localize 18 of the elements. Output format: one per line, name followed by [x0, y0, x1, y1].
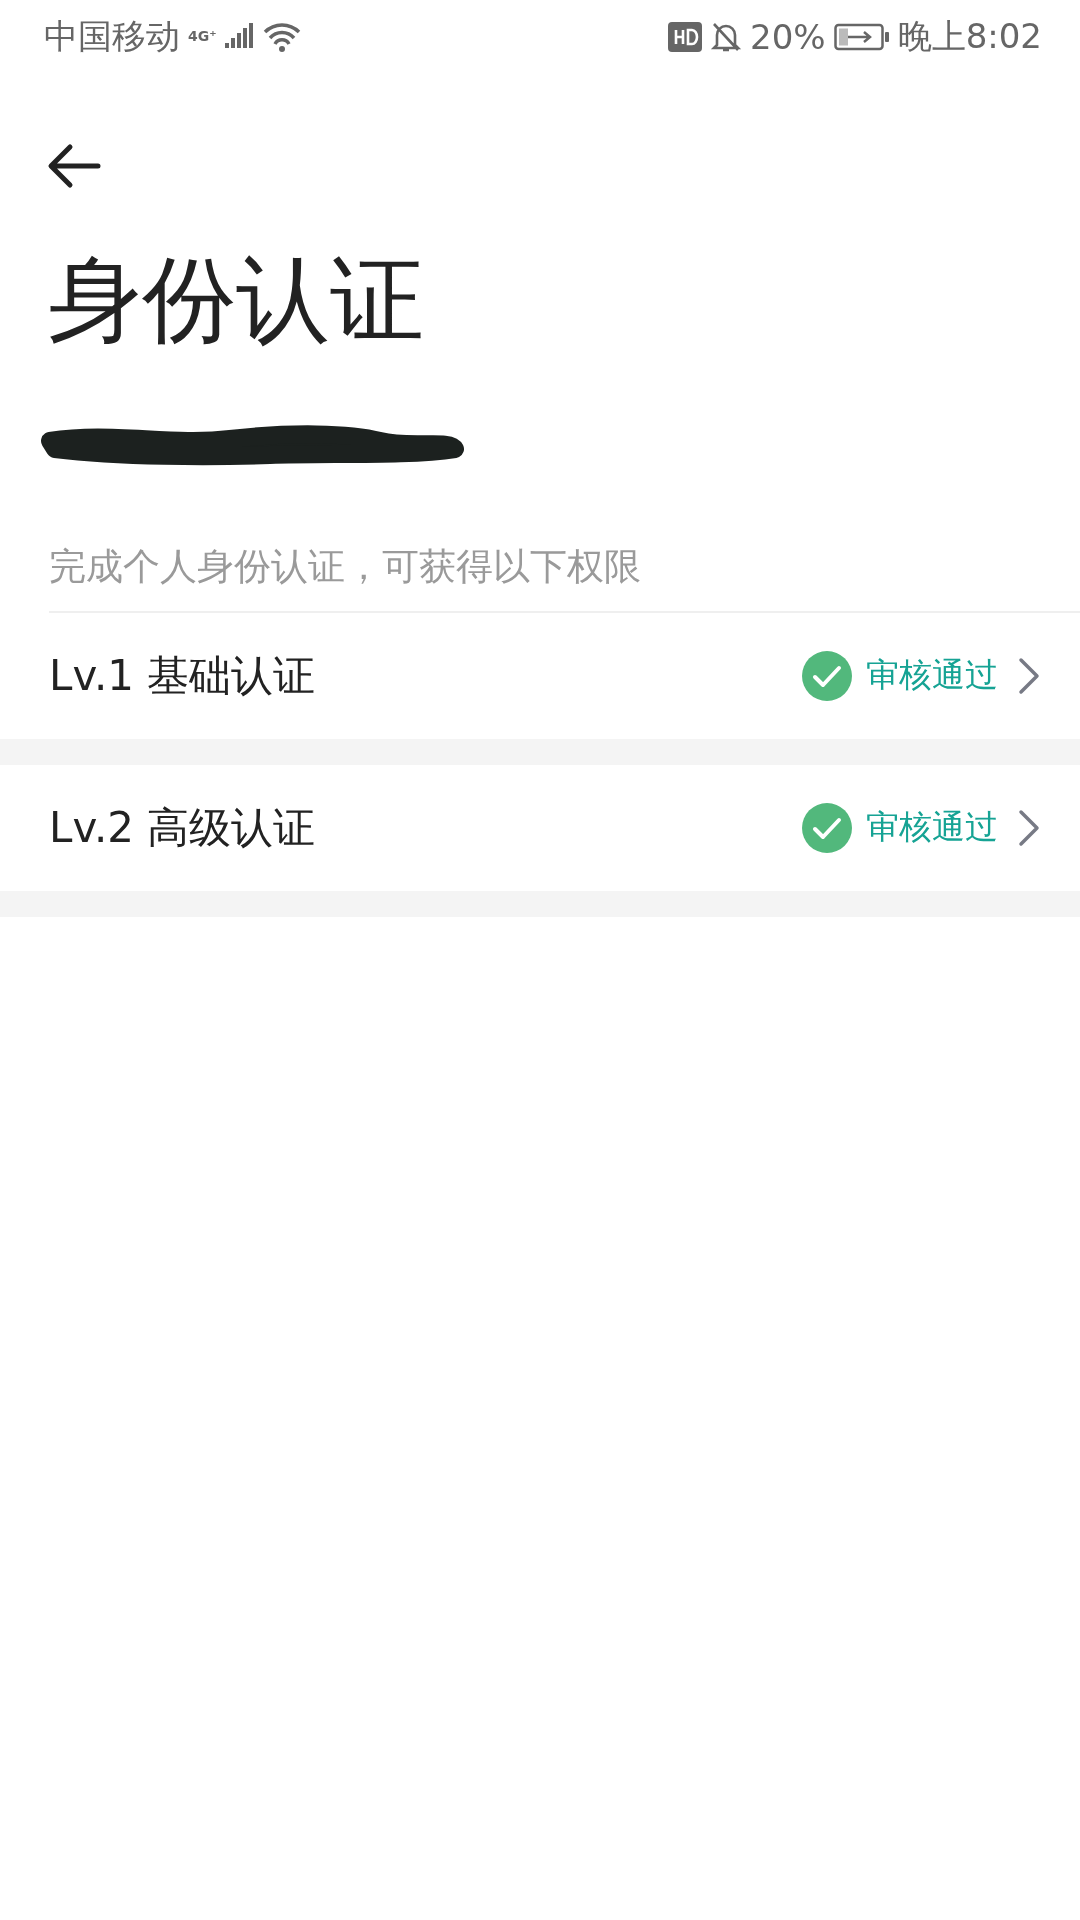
page-title: 身份认证 — [48, 244, 425, 356]
status-text: 审核通过 — [866, 654, 998, 697]
subtitle-text: 完成个人身份认证，可获得以下权限 — [49, 543, 642, 590]
chevron-right-icon — [1018, 656, 1040, 695]
level-label: Lv.1 基础认证 — [49, 649, 317, 702]
hd-icon — [668, 22, 703, 52]
back-arrow-icon — [46, 142, 102, 190]
check-circle-icon — [802, 650, 852, 701]
carrier-name: 中国移动 — [44, 15, 180, 58]
level-label: Lv.2 高级认证 — [49, 801, 317, 854]
status-text: 审核通过 — [866, 806, 998, 849]
network-type: 4G⁺ — [188, 28, 217, 44]
check-circle-icon — [802, 802, 852, 853]
battery-charging-icon — [833, 23, 890, 51]
battery-percentage: 20% — [750, 17, 826, 57]
chevron-right-icon — [1018, 808, 1040, 847]
wifi-icon — [262, 21, 301, 53]
clock-time: 晚上8:02 — [897, 15, 1042, 58]
